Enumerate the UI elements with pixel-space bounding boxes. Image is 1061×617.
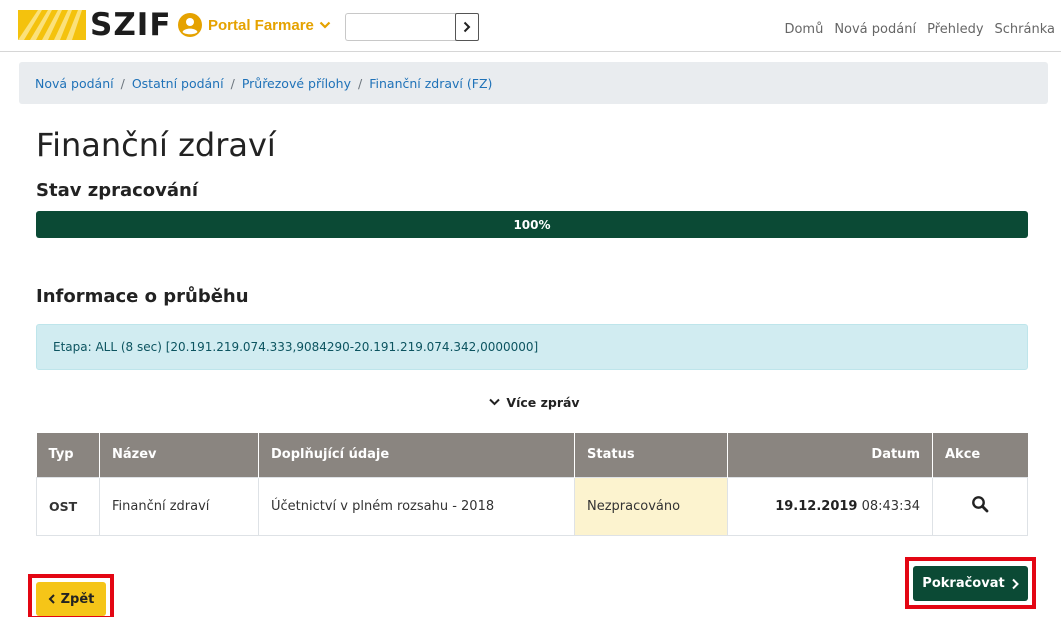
nav-domu[interactable]: Domů bbox=[784, 22, 823, 37]
cell-typ: OST bbox=[36, 476, 100, 536]
breadcrumb-separator: / bbox=[230, 75, 235, 91]
top-navigation: Domů Nová podání Přehledy Schránka bbox=[773, 22, 1055, 37]
column-status: Status bbox=[574, 433, 728, 477]
table-header-row: Typ Název Doplňující údaje Status Datum … bbox=[36, 433, 1028, 477]
page-title: Finanční zdraví bbox=[36, 126, 276, 164]
back-button[interactable]: Zpět bbox=[36, 582, 106, 616]
portal-menu[interactable]: Portal Farmare bbox=[178, 10, 331, 40]
submissions-table: Typ Název Doplňující údaje Status Datum … bbox=[36, 433, 1028, 536]
view-detail-button[interactable] bbox=[932, 476, 1028, 536]
more-messages-toggle[interactable]: Více zpráv bbox=[489, 394, 580, 410]
breadcrumb-ostatni-podani[interactable]: Ostatní podání bbox=[132, 76, 224, 91]
breadcrumb: Nová podání / Ostatní podání / Průřezové… bbox=[19, 62, 1048, 104]
nav-nova-podani[interactable]: Nová podání bbox=[834, 22, 916, 37]
chevron-left-icon bbox=[48, 594, 55, 604]
chevron-down-icon bbox=[489, 398, 501, 406]
breadcrumb-nova-podani[interactable]: Nová podání bbox=[35, 76, 114, 91]
progress-label: 100% bbox=[513, 217, 551, 232]
breadcrumb-separator: / bbox=[358, 75, 363, 91]
chevron-right-icon bbox=[1011, 578, 1019, 589]
cell-nazev: Finanční zdraví bbox=[99, 476, 259, 536]
breadcrumb-financni-zdravi[interactable]: Finanční zdraví (FZ) bbox=[369, 76, 492, 91]
portal-label: Portal Farmare bbox=[208, 16, 314, 34]
nav-prehledy[interactable]: Přehledy bbox=[927, 22, 983, 37]
top-bar: SZIF Portal Farmare Domů Nová podání Pře… bbox=[0, 0, 1061, 52]
chevron-right-icon bbox=[463, 21, 471, 33]
chevron-down-icon bbox=[319, 21, 331, 29]
column-doplnujici-udaje: Doplňující údaje bbox=[258, 433, 575, 477]
search-submit-button[interactable] bbox=[455, 13, 479, 41]
status-badge: Nezpracováno bbox=[574, 476, 728, 536]
progress-fill: 100% bbox=[36, 211, 1028, 238]
datum-time: 08:43:34 bbox=[861, 498, 920, 514]
search-input[interactable] bbox=[345, 13, 456, 41]
column-nazev: Název bbox=[99, 433, 259, 477]
table-row: OST Finanční zdraví Účetnictví v plném r… bbox=[36, 476, 1028, 536]
cell-doplnujici-udaje: Účetnictví v plném rozsahu - 2018 bbox=[258, 476, 575, 536]
processing-status-title: Stav zpracování bbox=[36, 180, 198, 201]
info-message: Etapa: ALL (8 sec) [20.191.219.074.333,9… bbox=[53, 340, 539, 354]
info-alert: Etapa: ALL (8 sec) [20.191.219.074.333,9… bbox=[36, 324, 1028, 370]
user-icon bbox=[178, 13, 202, 37]
szif-logo[interactable]: SZIF bbox=[18, 8, 172, 42]
nav-schranka[interactable]: Schránka bbox=[995, 22, 1055, 37]
column-akce: Akce bbox=[932, 433, 1028, 477]
more-messages-row: Více zpráv bbox=[0, 394, 1061, 410]
datum-date: 19.12.2019 bbox=[775, 498, 858, 514]
continue-button[interactable]: Pokračovat bbox=[913, 566, 1028, 601]
search-icon bbox=[972, 496, 989, 513]
breadcrumb-separator: / bbox=[120, 75, 125, 91]
column-typ: Typ bbox=[36, 433, 100, 477]
continue-button-label: Pokračovat bbox=[922, 576, 1005, 591]
progress-info-title: Informace o průběhu bbox=[36, 286, 249, 307]
column-datum: Datum bbox=[727, 433, 933, 477]
cell-datum: 19.12.2019 08:43:34 bbox=[727, 476, 933, 536]
progress-bar: 100% bbox=[36, 211, 1028, 238]
back-button-label: Zpět bbox=[60, 591, 95, 607]
field-stripes-icon bbox=[18, 10, 86, 40]
more-messages-label: Více zpráv bbox=[506, 394, 580, 410]
breadcrumb-prurezove-prilohy[interactable]: Průřezové přílohy bbox=[242, 76, 351, 91]
logo-text: SZIF bbox=[90, 7, 172, 43]
